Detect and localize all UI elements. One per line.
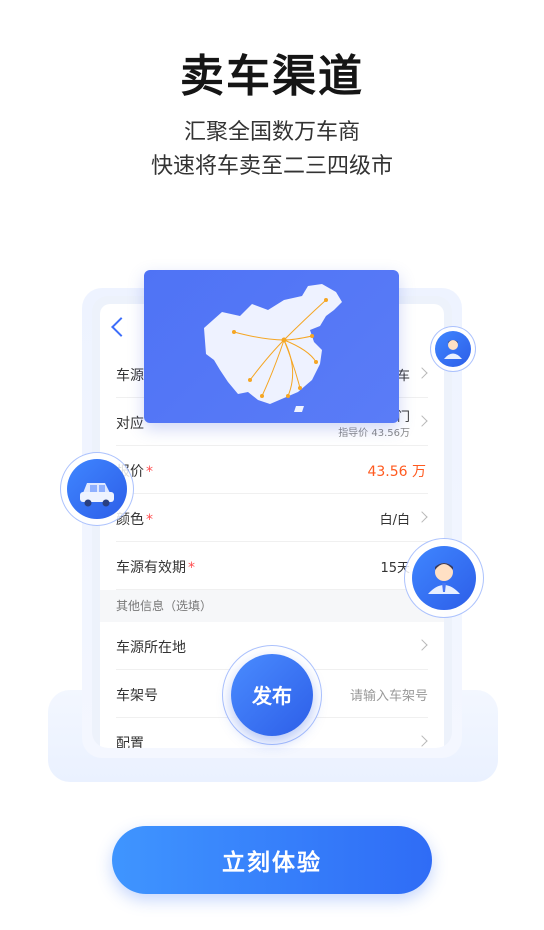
row-label: 车源 — [116, 368, 144, 384]
form-row-color[interactable]: 颜色 * 白/白 — [116, 494, 428, 542]
form-row-price[interactable]: 报价* 43.56 万 — [116, 446, 428, 494]
page-title: 卖车渠道 — [180, 51, 364, 102]
row-label: 配置 — [116, 736, 144, 748]
required-mark: * — [146, 512, 153, 528]
vin-input[interactable]: 请输入车架号 — [350, 685, 428, 704]
chevron-right-icon — [416, 415, 428, 427]
car-icon — [67, 459, 127, 519]
row-label: 车架号 — [116, 688, 158, 704]
required-mark: * — [146, 464, 153, 480]
section-header: 其他信息（选填） — [100, 590, 444, 622]
row-label: 对应 — [116, 416, 144, 432]
required-mark: * — [188, 560, 195, 576]
chevron-right-icon — [416, 511, 428, 523]
chevron-right-icon — [416, 735, 428, 747]
publish-label[interactable]: 发布 — [231, 680, 313, 709]
subtitle-line-1: 汇聚全国数万车商 — [183, 120, 360, 145]
user-icon — [412, 546, 476, 610]
try-now-button[interactable]: 立刻体验 — [112, 826, 432, 894]
user-icon — [435, 331, 471, 367]
map-card — [144, 270, 399, 423]
chevron-right-icon — [416, 639, 428, 651]
china-map-icon — [204, 284, 342, 412]
price-value: 43.56 万 — [367, 464, 426, 480]
row-label: 车源所在地 — [116, 640, 186, 656]
back-arrow-icon[interactable] — [111, 317, 131, 337]
form-row-validity[interactable]: 车源有效期 * 15天 — [116, 542, 428, 590]
guide-price: 指导价 43.56万 — [338, 428, 410, 439]
row-label: 车源有效期 * — [116, 560, 195, 576]
subtitle-line-2: 快速将车卖至二三四级市 — [150, 154, 393, 179]
chevron-right-icon — [416, 367, 428, 379]
row-value: 白/白 — [379, 513, 410, 528]
